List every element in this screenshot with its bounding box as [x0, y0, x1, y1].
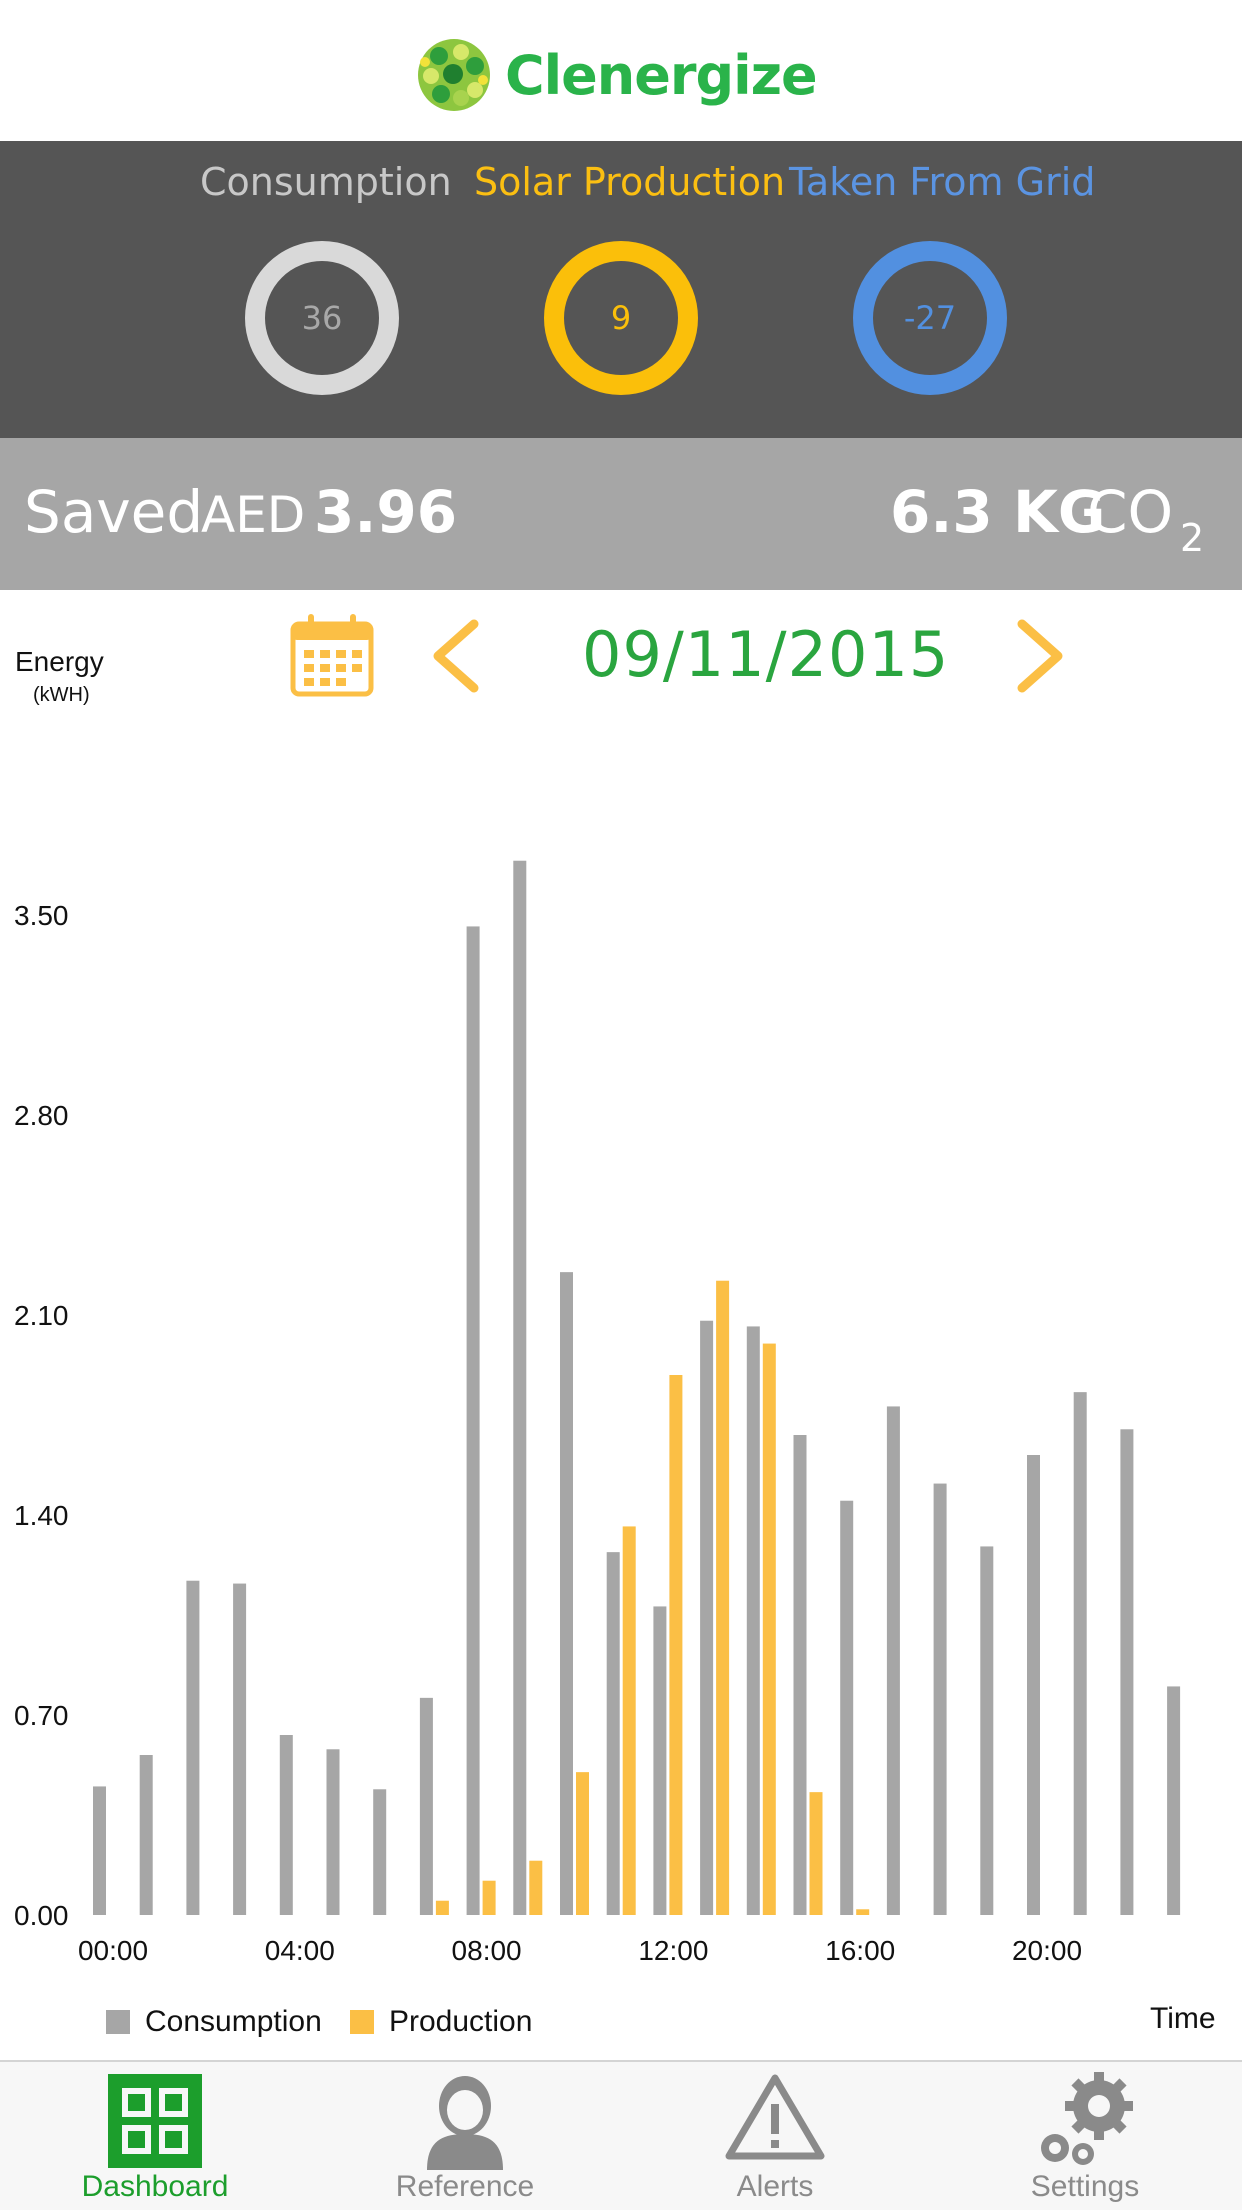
production-bar — [762, 1343, 776, 1915]
consumption-bar — [980, 1546, 994, 1915]
y-tick-label: 3.50 — [14, 900, 69, 931]
co2-amount: 6.3 KG — [890, 478, 1106, 546]
consumption-bar — [326, 1749, 340, 1915]
y-tick-label: 2.10 — [14, 1300, 69, 1331]
production-bar — [435, 1900, 449, 1915]
co2-subscript: 2 — [1180, 516, 1205, 560]
production-bar — [482, 1880, 496, 1915]
consumption-bar — [700, 1320, 714, 1915]
energy-axis-title: Energy — [15, 646, 104, 677]
consumption-bar — [419, 1697, 433, 1915]
tab-dashboard[interactable]: Dashboard — [0, 2062, 310, 2210]
consumption-bar — [1073, 1392, 1087, 1915]
energy-axis-unit: (kWH) — [33, 684, 90, 706]
legend-swatch-production — [350, 2010, 374, 2034]
legend-swatch-consumption — [106, 2010, 130, 2034]
leaf-sphere-logo-icon — [418, 39, 490, 111]
gear-icon — [1041, 2072, 1133, 2165]
taken-from-grid-label: Taken From Grid — [789, 160, 1096, 204]
consumption-bar — [793, 1435, 807, 1915]
consumption-bar — [606, 1552, 620, 1915]
person-icon — [427, 2076, 503, 2170]
tab-settings-label: Settings — [1030, 2170, 1140, 2203]
summary-panel: Consumption Solar Production Taken From … — [0, 141, 1242, 438]
savings-bar: Saved AED 3.96 6.3 KG CO 2 — [0, 438, 1242, 590]
consumption-bar — [653, 1606, 667, 1915]
calendar-icon[interactable] — [290, 612, 374, 698]
solar-production-label: Solar Production — [474, 160, 786, 204]
y-tick-label: 0.00 — [14, 1900, 69, 1931]
energy-bar-chart: 0.00 0.70 1.40 2.10 2.80 3.50 00:00 04:00 08:00 1… — [14, 860, 1181, 1966]
x-tick-label: 04:00 — [265, 1935, 335, 1966]
consumption-bar — [840, 1500, 854, 1915]
legend-label-production: Production — [389, 2005, 533, 2038]
app-header: Clenergize — [0, 0, 1242, 141]
tab-alerts-label: Alerts — [736, 2170, 814, 2203]
x-tick-label: 08:00 — [452, 1935, 522, 1966]
consumption-bar — [1120, 1429, 1134, 1915]
solar-production-gauge: 9 — [544, 241, 698, 395]
x-tick-label: 16:00 — [825, 1935, 895, 1966]
saved-label: Saved — [24, 478, 204, 546]
consumption-gauge: 36 — [245, 241, 399, 395]
tab-alerts[interactable]: Alerts — [620, 2062, 930, 2210]
x-axis-title: Time — [1150, 2002, 1216, 2035]
solar-production-value: 9 — [610, 299, 632, 337]
chevron-left-icon[interactable] — [428, 618, 484, 694]
saved-currency: AED — [201, 486, 306, 544]
consumption-bar — [373, 1789, 387, 1915]
y-tick-label: 2.80 — [14, 1100, 69, 1131]
consumption-bar — [466, 926, 480, 1915]
selected-date[interactable]: 09/11/2015 — [582, 618, 949, 691]
production-bar — [576, 1772, 589, 1915]
taken-from-grid-value: -27 — [903, 299, 957, 337]
production-bar — [622, 1526, 636, 1915]
production-bar — [856, 1909, 870, 1915]
consumption-bar — [186, 1580, 200, 1915]
consumption-bar — [886, 1406, 900, 1915]
tab-reference-label: Reference — [395, 2170, 535, 2203]
x-tick-label: 12:00 — [638, 1935, 708, 1966]
production-bar — [716, 1280, 730, 1915]
production-bar — [529, 1860, 543, 1915]
x-tick-label: 00:00 — [78, 1935, 148, 1966]
consumption-bar — [279, 1735, 293, 1915]
consumption-bar — [139, 1755, 153, 1915]
consumption-bar — [1027, 1455, 1040, 1915]
taken-from-grid-gauge: -27 — [853, 241, 1007, 395]
consumption-label: Consumption — [200, 160, 452, 204]
tab-settings[interactable]: Settings — [930, 2062, 1240, 2210]
consumption-bar — [1167, 1686, 1181, 1915]
app-title: Clenergize — [505, 44, 818, 107]
y-tick-label: 1.40 — [14, 1500, 69, 1531]
y-tick-label: 0.70 — [14, 1700, 69, 1731]
consumption-bar — [933, 1483, 947, 1915]
legend-label-consumption: Consumption — [145, 2005, 322, 2038]
consumption-bar — [746, 1326, 760, 1915]
production-bar — [669, 1375, 683, 1915]
saved-amount: 3.96 — [314, 478, 458, 546]
tab-reference[interactable]: Reference — [310, 2062, 620, 2210]
consumption-bar — [513, 860, 527, 1915]
co2-unit: CO — [1087, 478, 1174, 546]
consumption-bar — [233, 1583, 247, 1915]
warning-icon — [725, 2074, 825, 2160]
production-bar — [809, 1792, 823, 1915]
tab-dashboard-label: Dashboard — [81, 2170, 229, 2203]
dashboard-grid-icon — [108, 2074, 202, 2168]
x-tick-label: 20:00 — [1012, 1935, 1082, 1966]
consumption-bar — [93, 1786, 106, 1915]
tab-bar: Dashboard Reference Alerts Settings — [0, 2060, 1242, 2210]
consumption-bar — [560, 1272, 573, 1915]
consumption-value: 36 — [301, 299, 343, 337]
chevron-right-icon[interactable] — [1012, 618, 1068, 694]
